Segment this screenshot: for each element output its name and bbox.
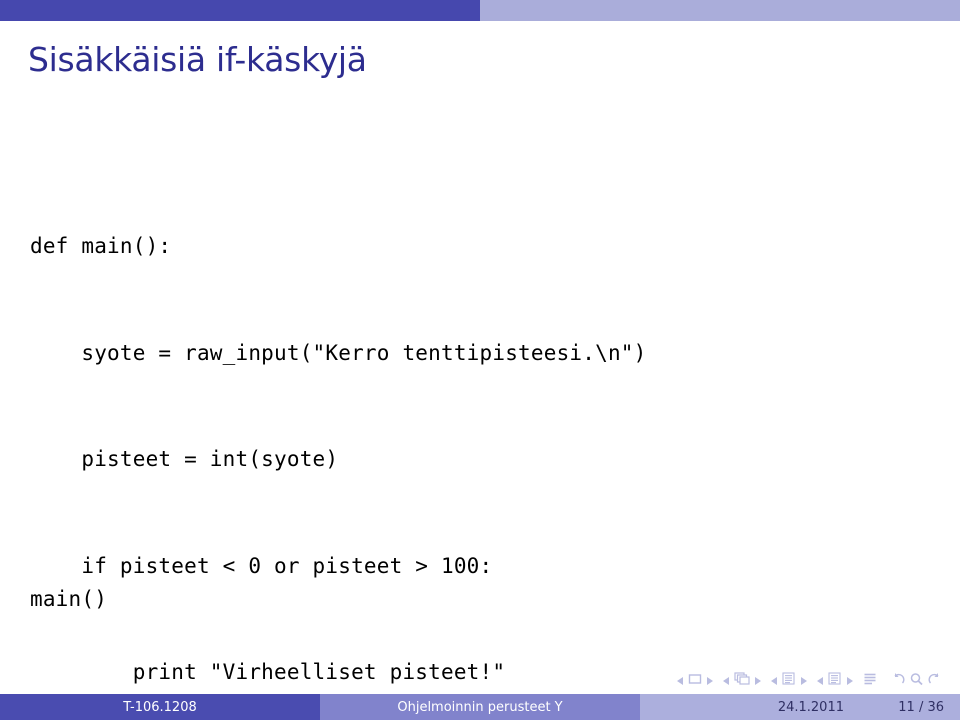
section-icon[interactable] (828, 671, 842, 691)
search-icon[interactable] (909, 672, 924, 691)
header-bar-left-segment (0, 0, 480, 21)
code-line: if pisteet < 0 or pisteet > 100: (30, 553, 493, 578)
nav-group-section (817, 671, 853, 691)
frame-icon[interactable] (734, 672, 750, 690)
next-slide-icon[interactable] (707, 677, 713, 685)
nav-group-document (863, 672, 877, 691)
code-line: syote = raw_input("Kerro tenttipisteesi.… (30, 340, 647, 365)
prev-frame-icon[interactable] (723, 677, 729, 685)
nav-group-history (891, 672, 942, 691)
footer-course-code-label: T-106.1208 (123, 699, 197, 715)
footer-date-and-page: 24.1.2011 11 / 36 (640, 694, 960, 720)
go-forward-icon[interactable] (927, 672, 942, 691)
subsection-icon[interactable] (782, 671, 796, 691)
prev-section-icon[interactable] (817, 677, 823, 685)
prev-slide-icon[interactable] (677, 677, 683, 685)
footer-course-title: Ohjelmoinnin perusteet Y (320, 694, 640, 720)
next-subsection-icon[interactable] (801, 677, 807, 685)
slide-footer: T-106.1208 Ohjelmoinnin perusteet Y 24.1… (0, 694, 960, 720)
go-back-icon[interactable] (891, 672, 906, 691)
presentation-slide: Sisäkkäisiä if-käskyjä def main(): syote… (0, 0, 960, 720)
nav-group-slide (677, 672, 713, 690)
code-main-call: main() (30, 587, 108, 611)
code-listing: def main(): syote = raw_input("Kerro ten… (30, 158, 930, 720)
footer-date-label: 24.1.2011 (777, 699, 844, 715)
next-frame-icon[interactable] (755, 677, 761, 685)
footer-course-title-label: Ohjelmoinnin perusteet Y (397, 699, 563, 715)
beamer-navigation-symbols (677, 670, 942, 692)
slide-title: Sisäkkäisiä if-käskyjä (28, 40, 367, 79)
slide-icon[interactable] (688, 672, 702, 690)
header-bar-right-segment (480, 0, 960, 21)
footer-course-code: T-106.1208 (0, 694, 320, 720)
next-section-icon[interactable] (847, 677, 853, 685)
code-line: def main(): (30, 234, 172, 258)
nav-group-frame (723, 672, 761, 690)
header-decoration-bar (0, 0, 960, 21)
nav-group-subsection (771, 671, 807, 691)
code-line: pisteet = int(syote) (30, 447, 339, 471)
document-icon[interactable] (863, 672, 877, 691)
prev-subsection-icon[interactable] (771, 677, 777, 685)
footer-page-number: 11 / 36 (898, 699, 944, 715)
